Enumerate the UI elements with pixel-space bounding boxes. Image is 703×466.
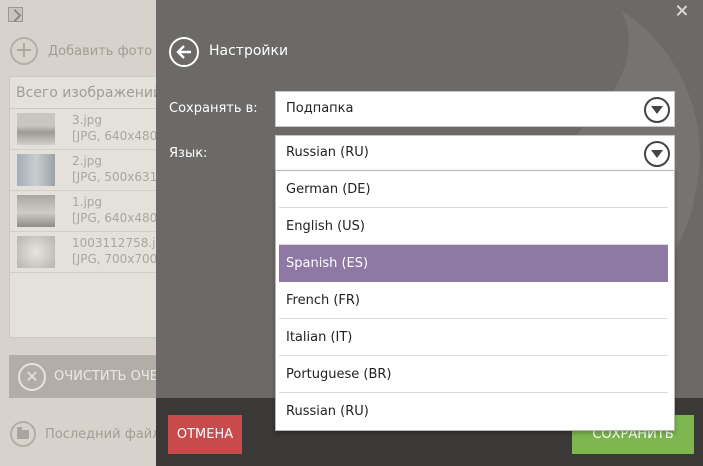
clear-queue-label: ОЧИСТИТЬ ОЧЕ xyxy=(54,369,156,384)
image-thumbnail xyxy=(17,113,55,145)
language-option[interactable]: Russian (RU) xyxy=(279,393,668,430)
cancel-button[interactable]: ОТМЕНА xyxy=(168,415,242,454)
chevron-down-icon xyxy=(644,97,670,123)
add-photo-label: Добавить фото xyxy=(48,43,153,59)
list-item[interactable]: 3.jpg [JPG, 640x480, xyxy=(10,109,156,150)
arrow-left-icon xyxy=(176,45,191,59)
image-thumbnail xyxy=(17,154,55,186)
language-option[interactable]: French (FR) xyxy=(279,282,668,319)
plus-icon: + xyxy=(10,37,38,65)
file-meta: [JPG, 700x700, xyxy=(72,252,156,266)
chevron-down-icon xyxy=(644,141,670,167)
file-name: 1003112758.jp xyxy=(72,236,156,250)
language-option[interactable]: Portuguese (BR) xyxy=(279,356,668,393)
image-list: Всего изображений 3.jpg [JPG, 640x480, 2… xyxy=(9,76,156,338)
app-logo-icon xyxy=(8,7,23,22)
save-to-label: Сохранять в: xyxy=(169,101,258,116)
page-title: Настройки xyxy=(209,43,289,59)
clear-queue-button[interactable]: ✕ ОЧИСТИТЬ ОЧЕ xyxy=(9,355,156,398)
language-option-highlighted[interactable]: Spanish (ES) xyxy=(279,245,668,282)
close-icon[interactable] xyxy=(675,4,689,18)
language-select[interactable]: Russian (RU) xyxy=(275,135,675,171)
save-to-value: Подпапка xyxy=(286,101,354,116)
background-app-panel: + Добавить фото Всего изображений 3.jpg … xyxy=(0,0,156,466)
add-photo-button[interactable]: + Добавить фото xyxy=(10,37,152,65)
list-item[interactable]: 2.jpg [JPG, 500x631, xyxy=(10,150,156,191)
folder-icon xyxy=(10,421,36,447)
language-value: Russian (RU) xyxy=(286,145,369,160)
image-thumbnail xyxy=(17,236,55,268)
file-meta: [JPG, 640x480, xyxy=(72,129,156,143)
close-circle-icon: ✕ xyxy=(18,362,46,391)
list-item[interactable]: 1.jpg [JPG, 640x480, xyxy=(10,191,156,232)
list-item[interactable]: 1003112758.jp [JPG, 700x700, xyxy=(10,232,156,273)
file-name: 2.jpg xyxy=(72,154,103,168)
file-meta: [JPG, 640x480, xyxy=(72,211,156,225)
language-option[interactable]: Italian (IT) xyxy=(279,319,668,356)
image-list-header: Всего изображений xyxy=(10,77,156,109)
language-option[interactable]: English (US) xyxy=(279,208,668,245)
language-option[interactable]: German (DE) xyxy=(279,171,668,208)
language-label: Язык: xyxy=(169,146,208,161)
image-thumbnail xyxy=(17,195,55,227)
last-file-label: Последний файл: xyxy=(45,426,156,442)
file-meta: [JPG, 500x631, xyxy=(72,170,156,184)
file-name: 3.jpg xyxy=(72,113,103,127)
file-name: 1.jpg xyxy=(72,195,103,209)
last-file-link[interactable]: Последний файл: xyxy=(10,421,156,447)
language-dropdown-list: German (DE) English (US) Spanish (ES) Fr… xyxy=(275,170,675,431)
settings-panel: Настройки Сохранять в: Подпапка Язык: Ru… xyxy=(156,0,703,466)
back-button[interactable] xyxy=(169,37,199,67)
save-to-select[interactable]: Подпапка xyxy=(275,91,675,127)
